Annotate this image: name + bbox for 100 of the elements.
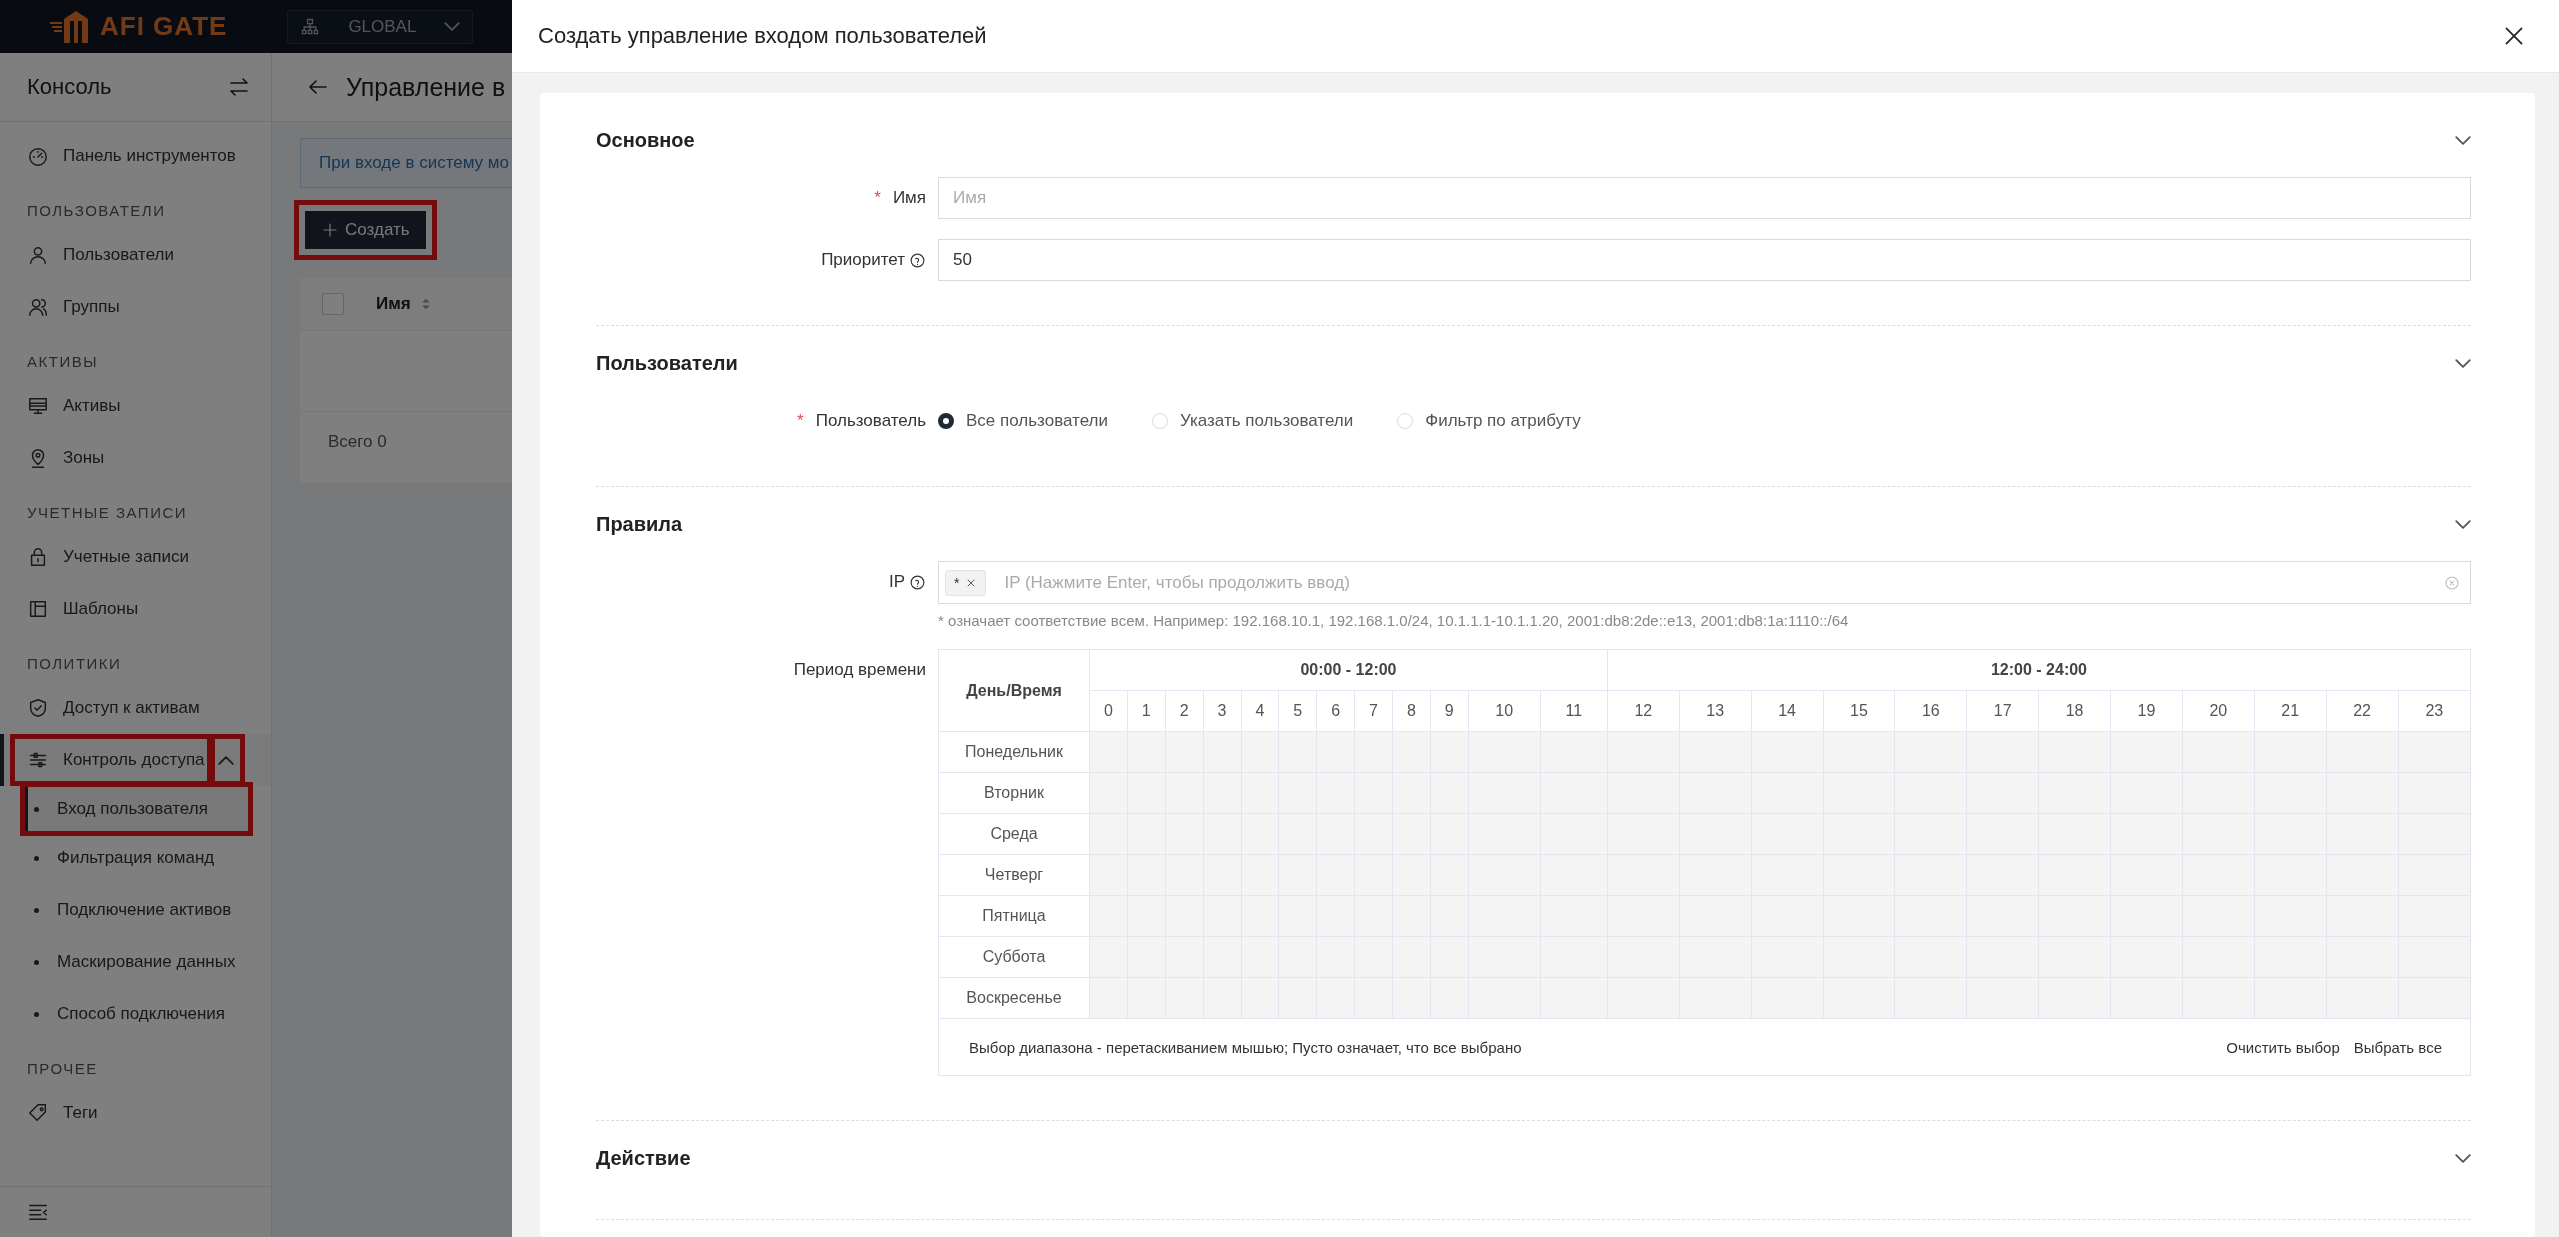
checkbox[interactable]	[322, 293, 344, 315]
time-slot[interactable]	[1089, 936, 1128, 978]
time-slot[interactable]	[1823, 977, 1895, 1019]
sidebar-item[interactable]: Доступ к активам	[0, 682, 271, 734]
hour-header: 7	[1354, 690, 1393, 732]
sidebar-item[interactable]: Группы	[0, 281, 271, 333]
sidebar-item[interactable]: Зоны	[0, 432, 271, 484]
time-slot[interactable]	[1278, 731, 1317, 773]
hour-header: 8	[1392, 690, 1431, 732]
time-slot[interactable]	[1392, 977, 1431, 1019]
submenu-item[interactable]: Маскирование данных	[0, 936, 271, 988]
time-slot[interactable]	[1392, 731, 1431, 773]
time-slot[interactable]	[1823, 731, 1895, 773]
time-slot[interactable]	[1468, 977, 1541, 1019]
time-slot[interactable]	[1089, 731, 1128, 773]
day-label: Суббота	[938, 936, 1090, 978]
time-slot[interactable]	[1089, 895, 1128, 937]
time-slot[interactable]	[2398, 854, 2471, 896]
time-slot[interactable]	[1430, 977, 1469, 1019]
time-slot[interactable]	[1607, 731, 1680, 773]
time-slot[interactable]	[2398, 936, 2471, 978]
time-slot[interactable]	[1241, 977, 1279, 1019]
submenu-item[interactable]: Фильтрация команд	[0, 832, 271, 884]
time-slot[interactable]	[1894, 977, 1967, 1019]
time-slot[interactable]	[1203, 731, 1241, 773]
time-slot[interactable]	[1430, 731, 1469, 773]
time-slot[interactable]	[1165, 731, 1204, 773]
time-slot[interactable]	[1127, 731, 1166, 773]
time-slot[interactable]	[1966, 731, 2039, 773]
users-icon	[27, 296, 49, 318]
text-input[interactable]: 50	[938, 239, 2471, 281]
time-slot[interactable]	[2398, 813, 2471, 855]
time-slot[interactable]	[1966, 977, 2039, 1019]
link[interactable]: Выбрать все	[2353, 1038, 2442, 1056]
time-slot[interactable]	[1089, 854, 1128, 896]
time-slot[interactable]	[1468, 731, 1541, 773]
drawer-title: Создать управление входом пользователей	[538, 23, 987, 49]
time-slot[interactable]	[2398, 772, 2471, 814]
time-slot[interactable]	[1354, 977, 1393, 1019]
sidebar-item[interactable]: Теги	[0, 1087, 271, 1139]
table-header: 12:00 - 24:00	[1607, 649, 2471, 691]
time-slot[interactable]	[1679, 977, 1752, 1019]
time-slot[interactable]	[1127, 977, 1166, 1019]
submenu-item[interactable]: Подключение активов	[0, 884, 271, 936]
column-header[interactable]: Имя	[376, 294, 435, 314]
time-slot[interactable]	[1089, 772, 1128, 814]
text-input[interactable]: Имя	[938, 177, 2471, 219]
time-slot[interactable]	[2398, 977, 2471, 1019]
time-slot[interactable]	[1316, 731, 1355, 773]
time-slot[interactable]	[2110, 731, 2183, 773]
time-slot[interactable]	[2110, 977, 2183, 1019]
table-header: 00:00 - 12:00	[1089, 649, 1608, 691]
ip-field[interactable]: * IP (Нажмите Enter, чтобы продолжить ввод)	[938, 561, 2471, 604]
sidebar-item[interactable]: Активы	[0, 380, 271, 432]
sidebar-item[interactable]: Шаблоны	[0, 583, 271, 635]
sidebar-item[interactable]: Панель инструментов	[0, 130, 271, 182]
time-slot[interactable]	[2182, 731, 2255, 773]
time-slot[interactable]	[1894, 731, 1967, 773]
time-slot[interactable]	[2038, 731, 2111, 773]
help-text: Выбор диапазона - перетаскиванием мышью; Пусто означает, что все выбрано	[969, 1038, 1522, 1056]
tag-icon	[27, 1102, 49, 1124]
time-slot[interactable]	[1679, 731, 1752, 773]
time-slot[interactable]	[1316, 977, 1355, 1019]
time-slot[interactable]	[2254, 731, 2327, 773]
sidebar-item[interactable]: Контроль доступа	[14, 738, 211, 782]
section-heading: УЧЕТНЫЕ ЗАПИСИ	[26, 503, 189, 523]
time-slot[interactable]	[2398, 895, 2471, 937]
time-slot[interactable]	[1607, 977, 1680, 1019]
time-slot[interactable]	[1203, 977, 1241, 1019]
time-slot[interactable]	[1751, 977, 1824, 1019]
field-label: * Имя	[873, 187, 926, 209]
org-selector[interactable]: GLOBAL	[287, 9, 474, 44]
time-slot[interactable]	[1089, 813, 1128, 855]
clear-icon	[2444, 574, 2460, 591]
sidebar-item[interactable]: Учетные записи	[0, 531, 271, 583]
sidebar-item[interactable]: Пользователи	[0, 229, 271, 281]
time-slot[interactable]	[1278, 977, 1317, 1019]
time-slot[interactable]	[1751, 731, 1824, 773]
time-slot[interactable]	[2398, 731, 2471, 773]
time-slot[interactable]	[1089, 977, 1128, 1019]
submenu-item[interactable]: Способ подключения	[0, 988, 271, 1040]
time-slot[interactable]	[1540, 977, 1608, 1019]
time-slot[interactable]	[2182, 977, 2255, 1019]
time-slot[interactable]	[1241, 731, 1279, 773]
time-slot[interactable]	[2038, 977, 2111, 1019]
time-slot[interactable]	[1540, 731, 1608, 773]
time-slot[interactable]	[2326, 731, 2399, 773]
create-button[interactable]: Создать	[305, 211, 426, 249]
time-slot[interactable]	[2326, 977, 2399, 1019]
time-slot[interactable]	[1354, 731, 1393, 773]
link[interactable]: Очистить выбор	[2226, 1038, 2340, 1056]
day-label: Воскресенье	[938, 977, 1090, 1019]
bullet-icon	[34, 959, 39, 965]
section-heading: ПОЛЬЗОВАТЕЛИ	[26, 201, 167, 221]
radio-option[interactable]: Фильтр по атрибуту	[1397, 411, 1581, 431]
time-slot[interactable]	[1165, 977, 1204, 1019]
time-slot[interactable]	[2254, 977, 2327, 1019]
hour-header: 1	[1127, 690, 1166, 732]
radio-option[interactable]: Указать пользователи	[1151, 411, 1354, 431]
radio-option[interactable]: Все пользователи	[938, 411, 1108, 431]
